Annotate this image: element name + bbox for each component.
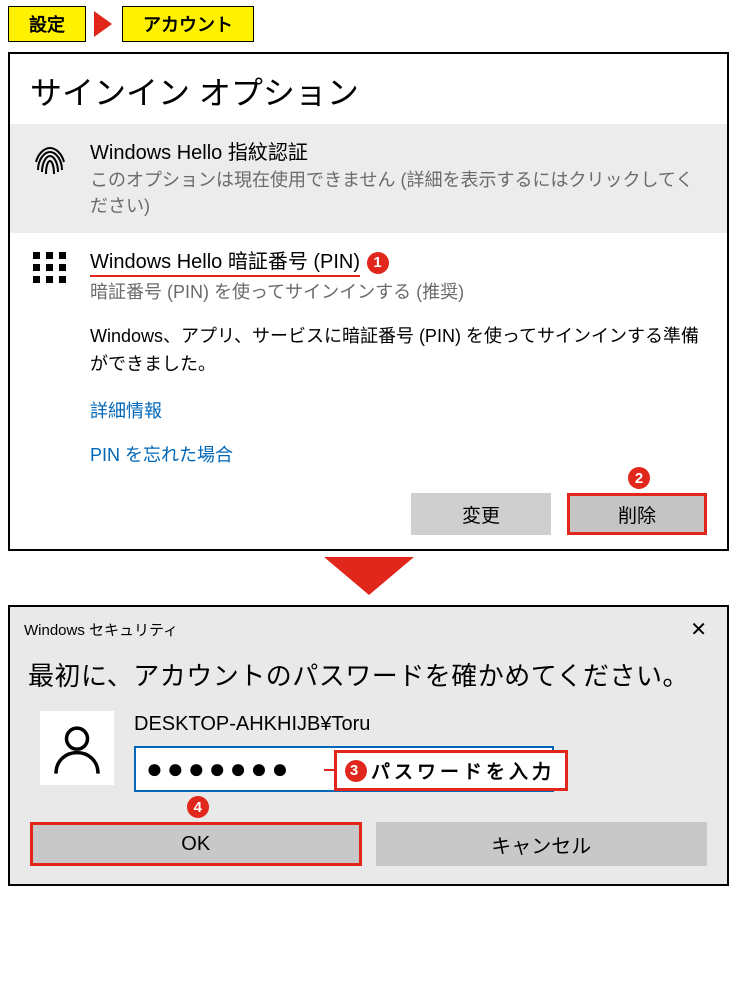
ok-button[interactable]: 4 OK bbox=[30, 822, 362, 866]
ok-button-label: OK bbox=[181, 833, 210, 855]
keypad-icon bbox=[30, 245, 72, 294]
callout-1: 1 bbox=[367, 252, 389, 274]
option-fingerprint[interactable]: Windows Hello 指紋認証 このオプションは現在使用できません (詳細… bbox=[10, 124, 727, 233]
callout-2: 2 bbox=[628, 467, 650, 489]
pin-desc: Windows、アプリ、サービスに暗証番号 (PIN) を使ってサインインする準… bbox=[90, 323, 707, 379]
password-input[interactable]: ●●●●●●● 3 パスワードを入力 bbox=[134, 746, 554, 792]
breadcrumb-account: アカウント bbox=[122, 6, 254, 42]
close-icon[interactable]: ✕ bbox=[684, 617, 713, 642]
breadcrumb: 設定 アカウント bbox=[0, 0, 737, 52]
dialog-button-row: 4 OK キャンセル bbox=[10, 800, 727, 884]
step-arrow-icon bbox=[0, 557, 737, 597]
fingerprint-sub: このオプションは現在使用できません (詳細を表示するにはクリックしてください) bbox=[90, 167, 707, 219]
dialog-message: 最初に、アカウントのパスワードを確かめてください。 bbox=[10, 648, 727, 707]
option-pin[interactable]: Windows Hello 暗証番号 (PIN) 1 暗証番号 (PIN) を使… bbox=[10, 233, 727, 549]
remove-button-label: 削除 bbox=[618, 506, 656, 527]
remove-button[interactable]: 2 削除 bbox=[567, 493, 707, 535]
password-callout-text: パスワードを入力 bbox=[371, 757, 555, 784]
signin-options-panel: サインイン オプション Windows Hello 指紋認証 このオプションは現… bbox=[8, 52, 729, 551]
page-title: サインイン オプション bbox=[10, 54, 727, 124]
change-button[interactable]: 変更 bbox=[411, 493, 551, 535]
breadcrumb-arrow-icon bbox=[94, 11, 114, 37]
callout-3: 3 bbox=[345, 760, 367, 782]
callout-4: 4 bbox=[187, 796, 209, 818]
link-forgot-pin[interactable]: PIN を忘れた場合 bbox=[90, 441, 707, 467]
password-callout: 3 パスワードを入力 bbox=[334, 750, 568, 791]
pin-button-row: 変更 2 削除 bbox=[90, 493, 707, 535]
fingerprint-icon bbox=[30, 136, 72, 185]
pin-sub: 暗証番号 (PIN) を使ってサインインする (推奨) bbox=[90, 279, 707, 305]
avatar-icon bbox=[40, 711, 114, 785]
cancel-button[interactable]: キャンセル bbox=[376, 822, 708, 866]
link-more-info[interactable]: 詳細情報 bbox=[90, 397, 707, 423]
windows-security-dialog: Windows セキュリティ ✕ 最初に、アカウントのパスワードを確かめてくださ… bbox=[8, 605, 729, 886]
breadcrumb-settings: 設定 bbox=[8, 6, 86, 42]
pin-title: Windows Hello 暗証番号 (PIN) bbox=[90, 245, 360, 277]
fingerprint-title: Windows Hello 指紋認証 bbox=[90, 136, 308, 165]
dialog-title: Windows セキュリティ bbox=[24, 619, 178, 640]
account-name: DESKTOP-AHKHIJB¥Toru bbox=[134, 713, 705, 736]
password-mask: ●●●●●●● bbox=[146, 753, 292, 785]
